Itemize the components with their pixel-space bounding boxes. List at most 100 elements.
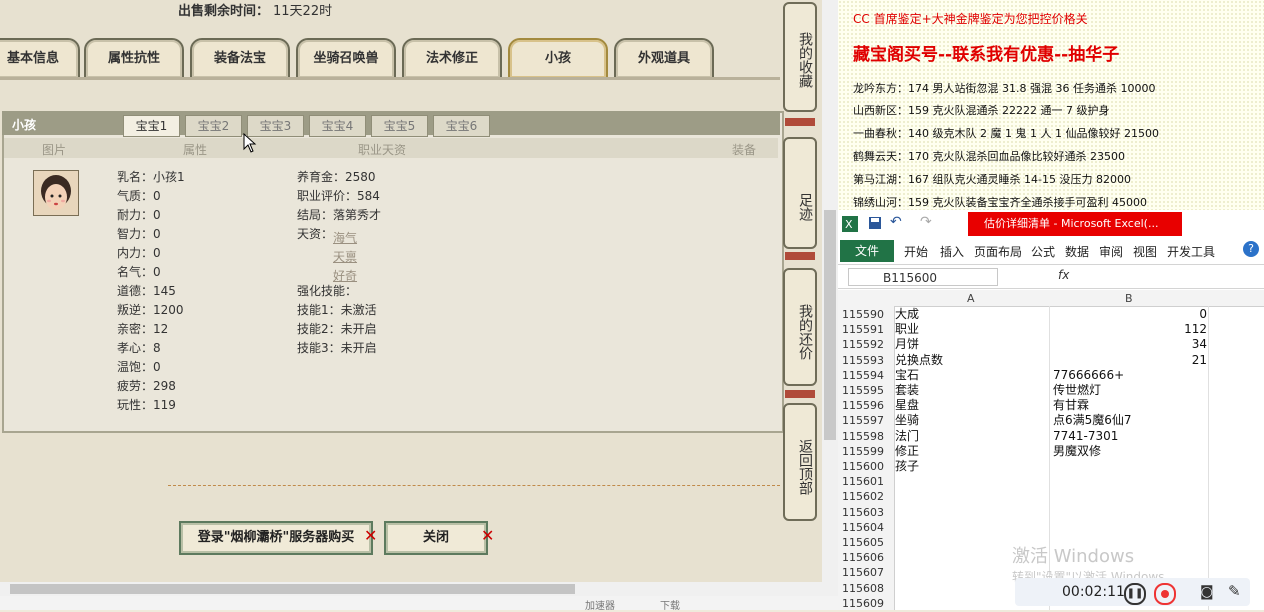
row-number[interactable]: 115594	[842, 368, 890, 383]
cell-a[interactable]: 职业	[895, 322, 919, 337]
menu-view[interactable]: 视图	[1133, 243, 1157, 260]
my-favorites-button[interactable]: 我的收藏	[783, 2, 817, 112]
cell-a[interactable]: 坐骑	[895, 413, 919, 428]
camera-icon[interactable]: ◙	[1200, 584, 1214, 600]
tab-appearance[interactable]: 外观道具	[614, 38, 714, 80]
redo-icon[interactable]: ↷	[920, 214, 932, 230]
cell-b[interactable]: 77666666+	[1053, 368, 1207, 383]
cell-a[interactable]: 大成	[895, 307, 919, 322]
subtab-baby-4[interactable]: 宝宝4	[309, 115, 366, 137]
cell-b[interactable]: 112	[1053, 322, 1207, 337]
tab-basic-info[interactable]: 基本信息	[0, 38, 80, 80]
cell-b[interactable]: 34	[1053, 337, 1207, 352]
row-number[interactable]: 115601	[842, 474, 890, 489]
back-to-top-button[interactable]: 返回顶部	[783, 403, 817, 521]
talent-link-2[interactable]: 天禀	[333, 248, 357, 265]
cell-a[interactable]: 修正	[895, 444, 919, 459]
close-button[interactable]: 关闭	[384, 521, 488, 555]
cell-b[interactable]: 7741-7301	[1053, 429, 1207, 444]
row-number[interactable]: 115603	[842, 505, 890, 520]
cell-b[interactable]: 男魔双修	[1053, 444, 1207, 459]
footprints-button[interactable]: 足迹	[783, 137, 817, 249]
row-number[interactable]: 115591	[842, 322, 890, 337]
subtab-baby-6[interactable]: 宝宝6	[433, 115, 490, 137]
cell-b[interactable]: 传世燃灯	[1053, 383, 1207, 398]
cell-a[interactable]: 宝石	[895, 368, 919, 383]
row-number[interactable]: 115604	[842, 520, 890, 535]
table-row[interactable]: 115592 月饼 34	[838, 337, 1264, 352]
table-row[interactable]: 115595 套装 传世燃灯	[838, 383, 1264, 398]
file-tab[interactable]: 文件	[840, 240, 894, 262]
vertical-scroll-thumb[interactable]	[824, 210, 836, 440]
table-row[interactable]: 115598 法门 7741-7301	[838, 429, 1264, 444]
row-number[interactable]: 115606	[842, 550, 890, 565]
menu-insert[interactable]: 插入	[940, 243, 964, 260]
undo-icon[interactable]: ↶	[890, 214, 902, 230]
table-row[interactable]: 115599 修正 男魔双修	[838, 444, 1264, 459]
table-row[interactable]: 115601	[838, 474, 1264, 489]
table-row[interactable]: 115600 孩子	[838, 459, 1264, 474]
row-number[interactable]: 115593	[842, 353, 890, 368]
doc-line-5: 第马江湖：167 组队克火通灵睡杀 14-15 没压力 82000	[853, 173, 1131, 186]
fx-icon[interactable]: fx	[1058, 268, 1069, 282]
row-number[interactable]: 115598	[842, 429, 890, 444]
login-purchase-button[interactable]: 登录"烟柳灞桥"服务器购买	[179, 521, 373, 555]
tab-equipment[interactable]: 装备法宝	[190, 38, 290, 80]
tab-spells[interactable]: 法术修正	[402, 38, 502, 80]
subtab-baby-1[interactable]: 宝宝1	[123, 115, 180, 137]
row-number[interactable]: 115607	[842, 565, 890, 580]
table-row[interactable]: 115602	[838, 489, 1264, 504]
menu-home[interactable]: 开始	[904, 243, 928, 260]
row-number[interactable]: 115602	[842, 489, 890, 504]
menu-page-layout[interactable]: 页面布局	[974, 243, 1022, 260]
horizontal-scroll-thumb[interactable]	[10, 584, 575, 594]
pen-icon[interactable]: ✎	[1228, 582, 1241, 600]
table-row[interactable]: 115594 宝石 77666666+	[838, 368, 1264, 383]
cell-a[interactable]: 月饼	[895, 337, 919, 352]
row-number[interactable]: 115592	[842, 337, 890, 352]
row-number[interactable]: 115597	[842, 413, 890, 428]
column-b-header[interactable]: B	[1125, 292, 1133, 305]
menu-formulas[interactable]: 公式	[1031, 243, 1055, 260]
name-box[interactable]: B115600	[848, 268, 998, 286]
menu-review[interactable]: 审阅	[1099, 243, 1123, 260]
row-number[interactable]: 115590	[842, 307, 890, 322]
row-number[interactable]: 115596	[842, 398, 890, 413]
table-row[interactable]: 115596 星盘 有甘霖	[838, 398, 1264, 413]
row-number[interactable]: 115599	[842, 444, 890, 459]
cell-b[interactable]: 21	[1053, 353, 1207, 368]
row-number[interactable]: 115595	[842, 383, 890, 398]
my-offers-button[interactable]: 我的还价	[783, 268, 817, 386]
help-icon[interactable]: ?	[1243, 241, 1259, 257]
save-icon[interactable]	[868, 216, 882, 230]
row-number[interactable]: 115605	[842, 535, 890, 550]
row-number[interactable]: 115608	[842, 581, 890, 596]
table-row[interactable]: 115603	[838, 505, 1264, 520]
stop-record-icon[interactable]	[1154, 583, 1176, 605]
cell-b[interactable]: 有甘霖	[1053, 398, 1207, 413]
subtab-baby-2[interactable]: 宝宝2	[185, 115, 242, 137]
cell-a[interactable]: 套装	[895, 383, 919, 398]
subtab-baby-5[interactable]: 宝宝5	[371, 115, 428, 137]
cell-b[interactable]: 0	[1053, 307, 1207, 322]
column-a-header[interactable]: A	[967, 292, 975, 305]
talent-link-1[interactable]: 海气	[333, 229, 357, 246]
table-row[interactable]: 115593 兑换点数 21	[838, 353, 1264, 368]
cell-a[interactable]: 星盘	[895, 398, 919, 413]
table-row[interactable]: 115597 坐骑 点6满5魔6仙7	[838, 413, 1264, 428]
cell-a[interactable]: 法门	[895, 429, 919, 444]
tab-mounts[interactable]: 坐骑召唤兽	[296, 38, 396, 80]
tab-attributes[interactable]: 属性抗性	[84, 38, 184, 80]
cell-a[interactable]: 兑换点数	[895, 353, 943, 368]
menu-data[interactable]: 数据	[1065, 243, 1089, 260]
row-number[interactable]: 115600	[842, 459, 890, 474]
row-number[interactable]: 115609	[842, 596, 890, 611]
table-row[interactable]: 115604	[838, 520, 1264, 535]
table-row[interactable]: 115591 职业 112	[838, 322, 1264, 337]
cell-b[interactable]: 点6满5魔6仙7	[1053, 413, 1207, 428]
menu-developer[interactable]: 开发工具	[1167, 243, 1215, 260]
pause-icon[interactable]: ❚❚	[1124, 583, 1146, 605]
tab-children[interactable]: 小孩	[508, 38, 608, 80]
cell-a[interactable]: 孩子	[895, 459, 919, 474]
table-row[interactable]: 115590 大成 0	[838, 307, 1264, 322]
